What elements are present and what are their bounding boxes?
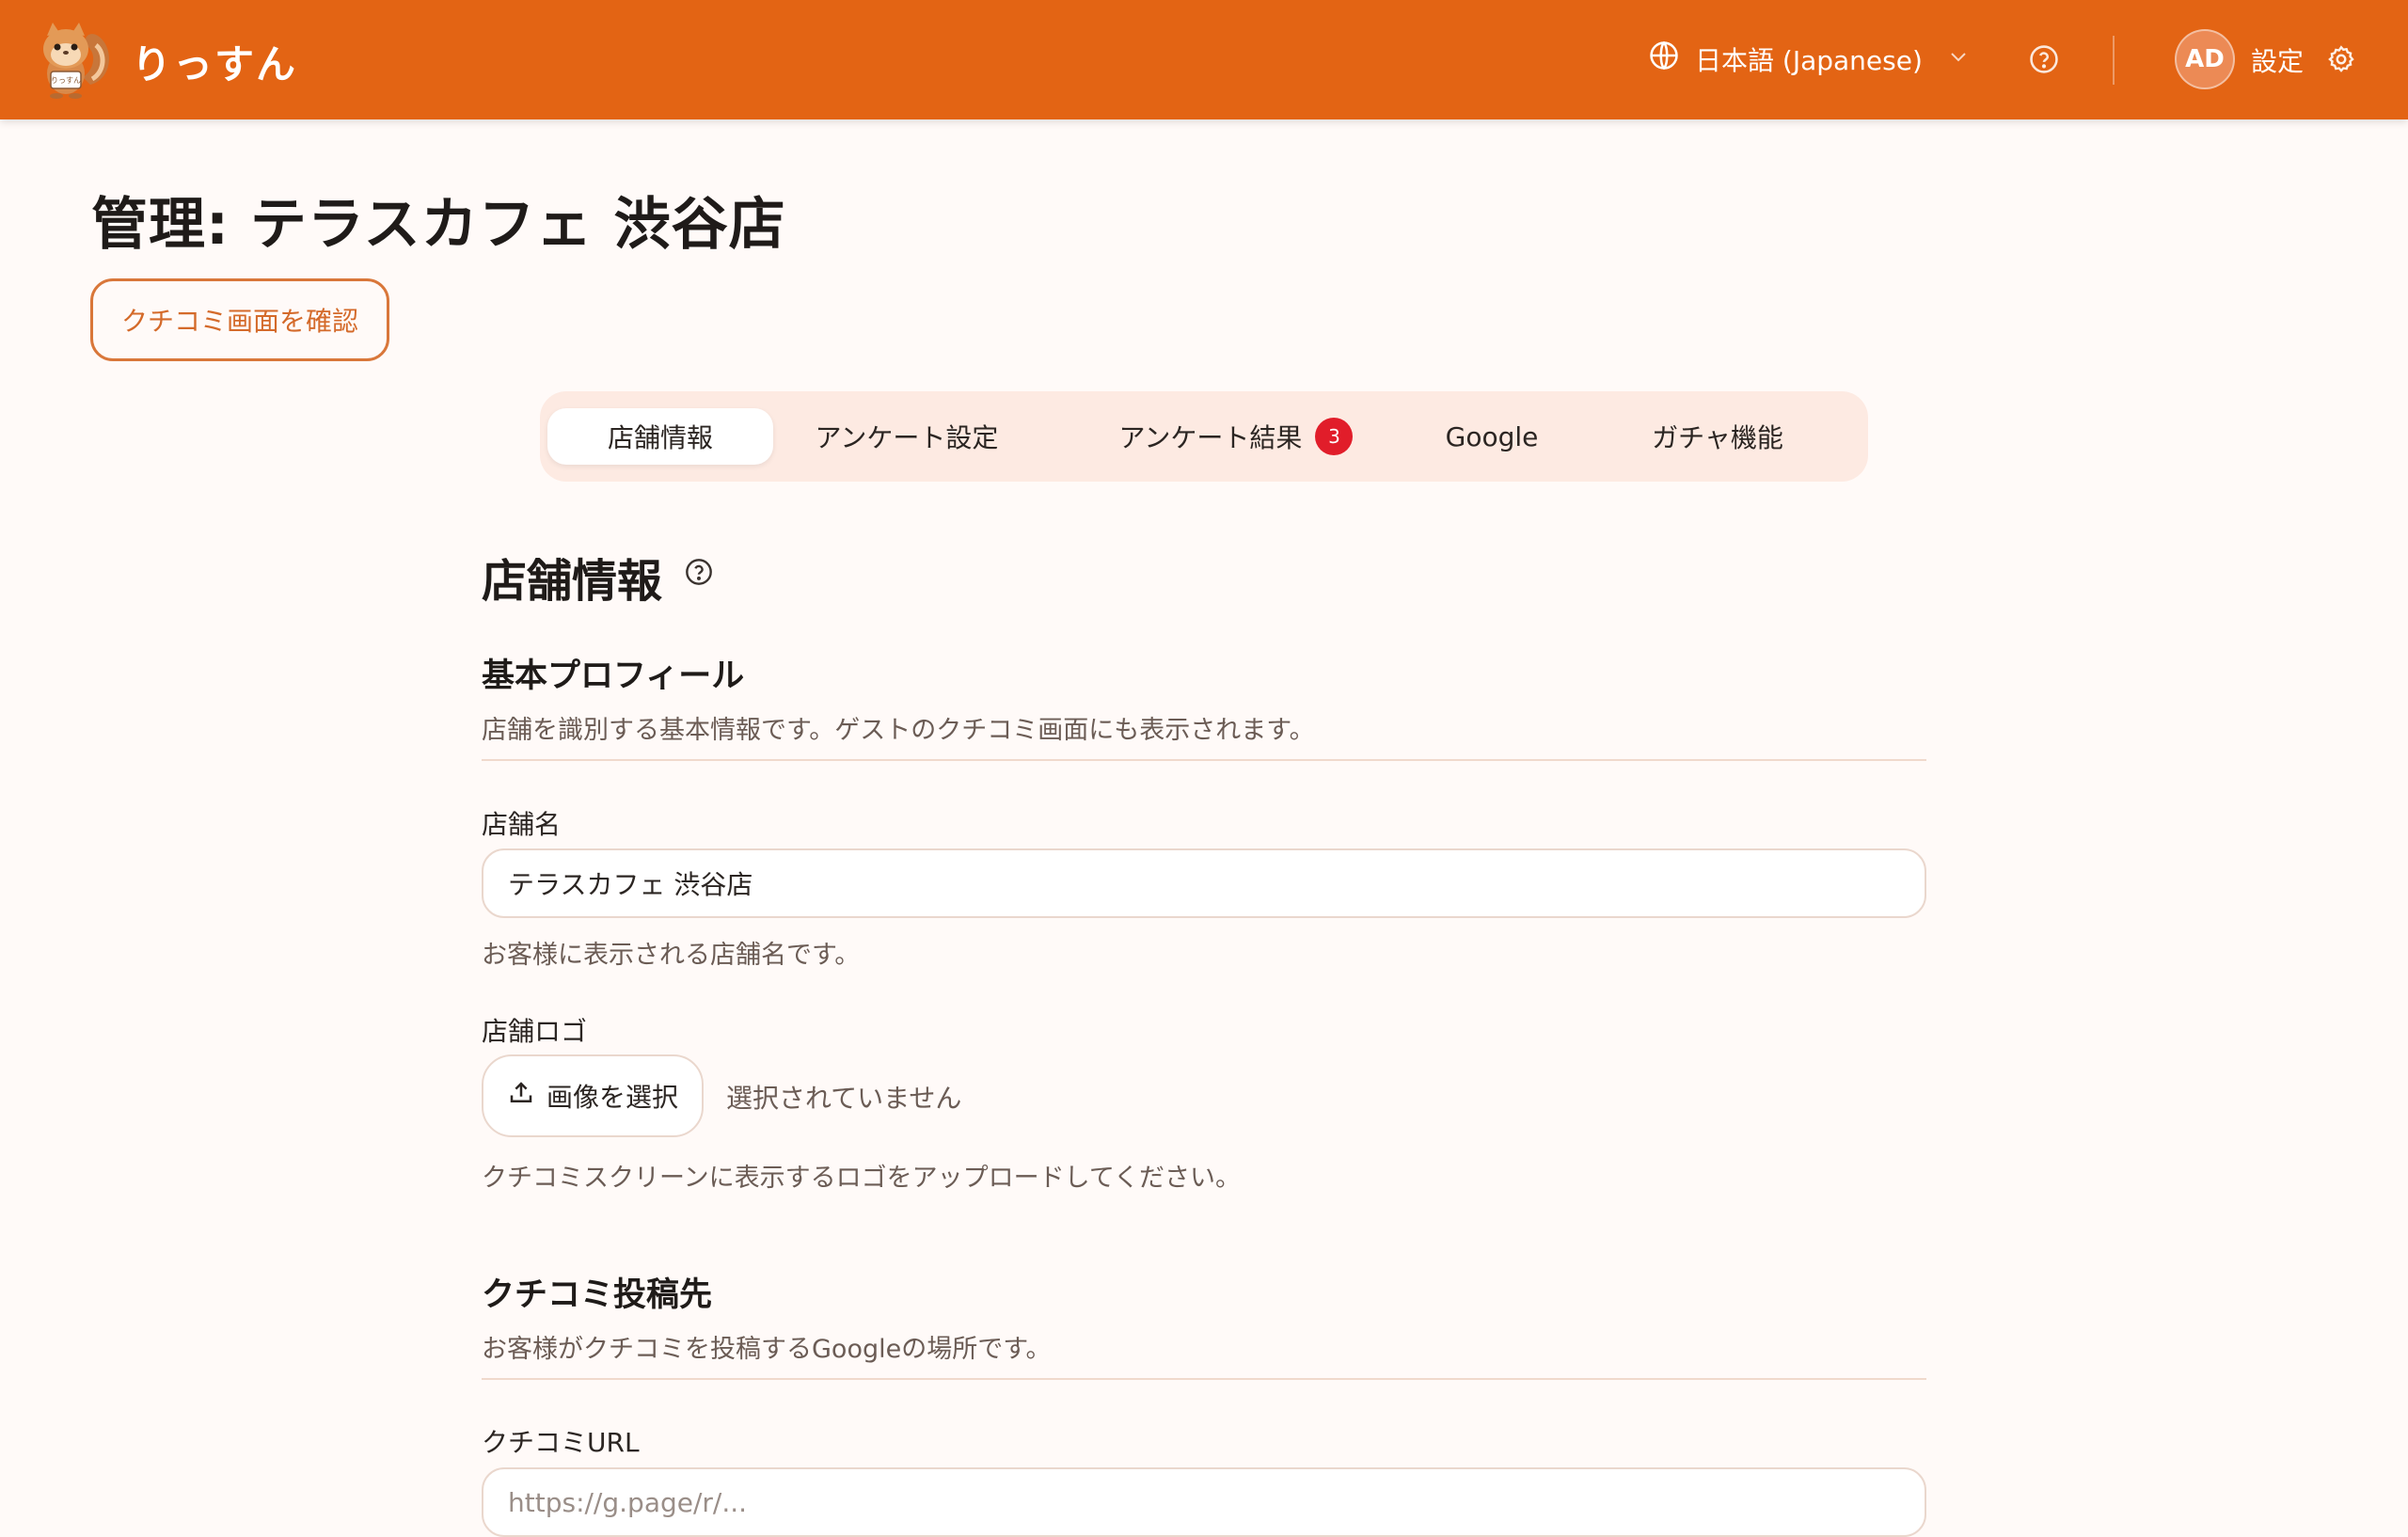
review-destination-heading: クチコミ投稿先: [482, 1276, 713, 1314]
basic-profile-description: 店舗を識別する基本情報です。ゲストのクチコミ画面にも表示されます。: [482, 716, 1315, 745]
globe-icon: [1648, 40, 1680, 78]
help-icon[interactable]: [684, 557, 714, 591]
store-name-hint: お客様に表示される店舗名です。: [482, 941, 861, 970]
language-label: 日本語 (Japanese): [1695, 44, 1923, 76]
store-name-label: 店舗名: [482, 809, 562, 840]
section-title: 店舗情報: [482, 555, 663, 608]
app-header: りっすん りっすん 日本語 (Japanese) AD 設定: [0, 0, 2408, 119]
settings-label[interactable]: 設定: [2251, 41, 2304, 79]
upload-icon: [507, 1079, 535, 1114]
tab-label: Google: [1445, 420, 1539, 452]
svg-text:りっすん: りっすん: [51, 76, 81, 85]
tab-survey-results[interactable]: アンケート結果 3: [1095, 408, 1377, 465]
tab-label: アンケート設定: [815, 422, 999, 453]
gear-icon[interactable]: [2325, 43, 2357, 79]
no-file-selected-text: 選択されていません: [726, 1083, 962, 1114]
divider: [482, 759, 1926, 761]
review-destination-description: お客様がクチコミを投稿するGoogleの場所です。: [482, 1335, 1052, 1364]
language-selector[interactable]: 日本語 (Japanese): [1648, 40, 1970, 78]
tab-bar: 店舗情報 アンケート設定 アンケート結果 3 Google ガチャ機能: [540, 391, 1868, 482]
store-logo-label: 店舗ロゴ: [482, 1016, 588, 1047]
select-image-label: 画像を選択: [546, 1082, 678, 1113]
tab-gacha[interactable]: ガチャ機能: [1614, 408, 1821, 465]
tab-label: アンケート結果: [1118, 422, 1303, 453]
header-divider: [2113, 36, 2115, 85]
help-icon[interactable]: [2028, 43, 2060, 79]
review-url-label: クチコミURL: [482, 1427, 640, 1458]
page-title: 管理: テラスカフェ 渋谷店: [91, 192, 786, 258]
review-url-input[interactable]: https://g.page/r/...: [482, 1467, 1926, 1537]
divider: [482, 1378, 1926, 1380]
tab-google[interactable]: Google: [1398, 408, 1586, 465]
tab-store-info[interactable]: 店舗情報: [547, 408, 773, 465]
select-image-button[interactable]: 画像を選択: [482, 1054, 704, 1137]
squirrel-mascot-icon: りっすん: [36, 19, 113, 103]
logo-hint: クチコミスクリーンに表示するロゴをアップロードしてください。: [482, 1164, 1242, 1193]
brand-logo[interactable]: りっすん りっすん: [36, 19, 297, 103]
store-name-input[interactable]: テラスカフェ 渋谷店: [482, 848, 1926, 918]
tab-label: 店舗情報: [607, 422, 713, 453]
tab-label: ガチャ機能: [1652, 422, 1783, 453]
notification-badge: 3: [1315, 418, 1354, 455]
view-review-screen-button[interactable]: クチコミ画面を確認: [90, 278, 389, 361]
basic-profile-heading: 基本プロフィール: [482, 658, 745, 695]
tab-survey-settings[interactable]: アンケート設定: [794, 408, 1020, 465]
chevron-down-icon: [1947, 43, 1970, 74]
avatar[interactable]: AD: [2175, 29, 2235, 89]
brand-name: りっすん: [132, 40, 298, 87]
